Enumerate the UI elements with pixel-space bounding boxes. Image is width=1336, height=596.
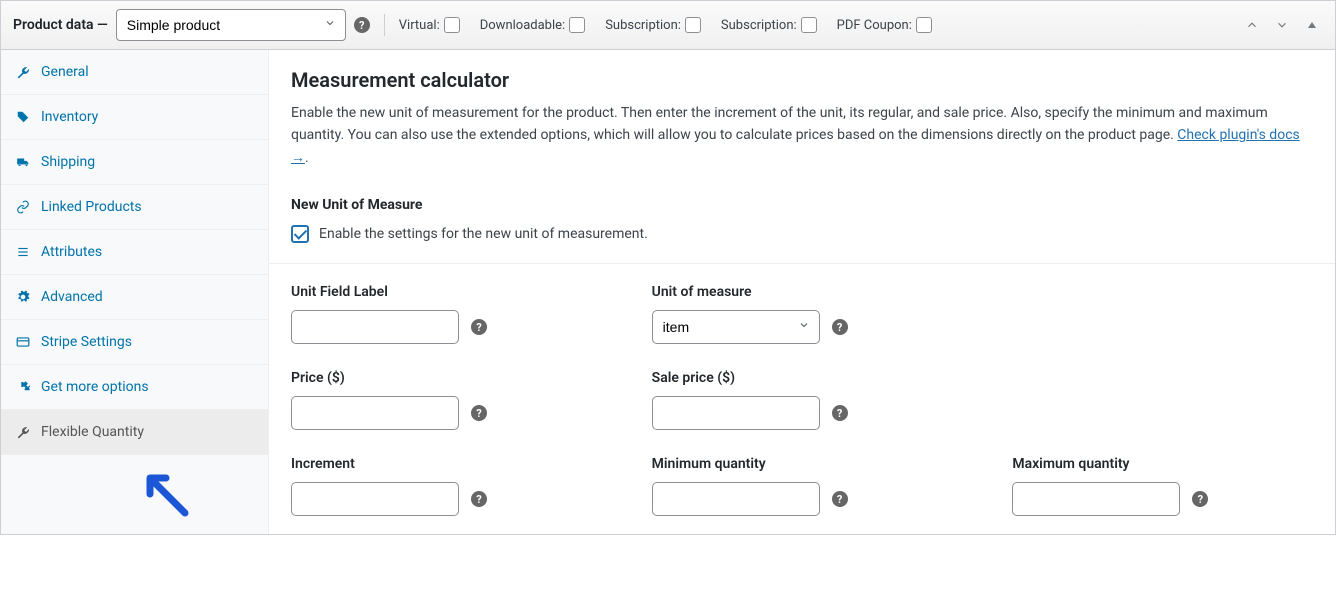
plug-icon bbox=[15, 380, 31, 394]
new-unit-section: New Unit of Measure Enable the settings … bbox=[291, 197, 1313, 243]
sidebar-item-label: Flexible Quantity bbox=[41, 424, 144, 440]
unit-field-label-label: Unit Field Label bbox=[291, 284, 592, 300]
grid-spacer bbox=[1012, 370, 1313, 430]
link-icon bbox=[15, 200, 31, 214]
subscription-label-2: Subscription: bbox=[721, 18, 797, 33]
sidebar-item-label: Get more options bbox=[41, 379, 149, 395]
sidebar-item-label: Shipping bbox=[41, 154, 95, 170]
wrench-icon bbox=[15, 65, 31, 79]
help-icon[interactable]: ? bbox=[1192, 491, 1208, 507]
sidebar-item-attributes[interactable]: Attributes bbox=[1, 230, 268, 275]
product-type-select[interactable]: Simple product bbox=[116, 9, 346, 41]
pdf-coupon-checkbox[interactable] bbox=[916, 17, 932, 33]
subscription-label-1: Subscription: bbox=[605, 18, 681, 33]
product-data-panel: Product data — Simple product ? Virtual:… bbox=[0, 0, 1336, 535]
field-sale-price: Sale price ($) ? bbox=[652, 370, 953, 430]
panel-body: General Inventory Shipping Linked Produc… bbox=[1, 50, 1335, 534]
increment-input[interactable] bbox=[291, 482, 459, 516]
sidebar-item-label: Attributes bbox=[41, 244, 102, 260]
form-grid: Unit Field Label ? Unit of measure item bbox=[291, 284, 1313, 516]
unit-field-label-input[interactable] bbox=[291, 310, 459, 344]
sidebar-item-label: Inventory bbox=[41, 109, 98, 125]
max-quantity-label: Maximum quantity bbox=[1012, 456, 1313, 472]
sidebar-item-advanced[interactable]: Advanced bbox=[1, 275, 268, 320]
sidebar-item-general[interactable]: General bbox=[1, 50, 268, 95]
pdf-coupon-option: PDF Coupon: bbox=[837, 17, 932, 33]
help-icon[interactable]: ? bbox=[832, 405, 848, 421]
unit-of-measure-label: Unit of measure bbox=[652, 284, 953, 300]
tag-icon bbox=[15, 110, 31, 124]
panel-title: Product data — bbox=[13, 17, 108, 33]
sale-price-input[interactable] bbox=[652, 396, 820, 430]
field-unit-label: Unit Field Label ? bbox=[291, 284, 592, 344]
increment-label: Increment bbox=[291, 456, 592, 472]
max-quantity-input[interactable] bbox=[1012, 482, 1180, 516]
sidebar-item-label: General bbox=[41, 64, 89, 80]
sidebar: General Inventory Shipping Linked Produc… bbox=[1, 50, 269, 534]
enable-unit-label: Enable the settings for the new unit of … bbox=[319, 226, 648, 242]
gear-icon bbox=[15, 290, 31, 304]
section-divider bbox=[269, 263, 1335, 264]
sidebar-item-linked[interactable]: Linked Products bbox=[1, 185, 268, 230]
new-unit-heading: New Unit of Measure bbox=[291, 197, 1313, 213]
downloadable-checkbox[interactable] bbox=[569, 17, 585, 33]
help-icon[interactable]: ? bbox=[471, 319, 487, 335]
help-icon[interactable]: ? bbox=[832, 491, 848, 507]
content-description: Enable the new unit of measurement for t… bbox=[291, 102, 1313, 169]
sidebar-item-stripe[interactable]: Stripe Settings bbox=[1, 320, 268, 365]
help-icon[interactable]: ? bbox=[354, 17, 370, 33]
pdf-coupon-label: PDF Coupon: bbox=[837, 18, 912, 33]
subscription-option-1: Subscription: bbox=[605, 17, 701, 33]
move-up-icon[interactable] bbox=[1241, 14, 1263, 36]
field-increment: Increment ? bbox=[291, 456, 592, 516]
virtual-label: Virtual: bbox=[399, 18, 440, 33]
downloadable-label: Downloadable: bbox=[480, 18, 565, 33]
sidebar-item-shipping[interactable]: Shipping bbox=[1, 140, 268, 185]
unit-of-measure-select[interactable]: item bbox=[652, 310, 820, 344]
price-input[interactable] bbox=[291, 396, 459, 430]
price-label: Price ($) bbox=[291, 370, 592, 386]
sale-price-label: Sale price ($) bbox=[652, 370, 953, 386]
panel-header: Product data — Simple product ? Virtual:… bbox=[1, 1, 1335, 50]
divider bbox=[384, 14, 385, 36]
truck-icon bbox=[15, 155, 31, 169]
enable-unit-row: Enable the settings for the new unit of … bbox=[291, 225, 1313, 243]
help-icon[interactable]: ? bbox=[832, 319, 848, 335]
min-quantity-input[interactable] bbox=[652, 482, 820, 516]
virtual-option: Virtual: bbox=[399, 17, 460, 33]
move-down-icon[interactable] bbox=[1271, 14, 1293, 36]
subscription-checkbox-1[interactable] bbox=[685, 17, 701, 33]
list-icon bbox=[15, 245, 31, 259]
content-area: Measurement calculator Enable the new un… bbox=[269, 50, 1335, 534]
desc-text: Enable the new unit of measurement for t… bbox=[291, 105, 1268, 143]
sidebar-item-more-options[interactable]: Get more options bbox=[1, 365, 268, 410]
min-quantity-label: Minimum quantity bbox=[652, 456, 953, 472]
help-icon[interactable]: ? bbox=[471, 405, 487, 421]
subscription-option-2: Subscription: bbox=[721, 17, 817, 33]
downloadable-option: Downloadable: bbox=[480, 17, 585, 33]
wrench-icon bbox=[15, 425, 31, 439]
help-icon[interactable]: ? bbox=[471, 491, 487, 507]
subscription-checkbox-2[interactable] bbox=[801, 17, 817, 33]
collapse-icon[interactable] bbox=[1301, 14, 1323, 36]
content-heading: Measurement calculator bbox=[291, 68, 1313, 92]
sidebar-item-label: Advanced bbox=[41, 289, 103, 305]
field-unit-of-measure: Unit of measure item ? bbox=[652, 284, 953, 344]
field-price: Price ($) ? bbox=[291, 370, 592, 430]
card-icon bbox=[15, 335, 31, 349]
enable-unit-checkbox[interactable] bbox=[291, 225, 309, 243]
virtual-checkbox[interactable] bbox=[444, 17, 460, 33]
sidebar-item-inventory[interactable]: Inventory bbox=[1, 95, 268, 140]
sidebar-item-label: Stripe Settings bbox=[41, 334, 132, 350]
sidebar-item-label: Linked Products bbox=[41, 199, 142, 215]
grid-spacer bbox=[1012, 284, 1313, 344]
field-max-quantity: Maximum quantity ? bbox=[1012, 456, 1313, 516]
field-min-quantity: Minimum quantity ? bbox=[652, 456, 953, 516]
sidebar-item-flexible-quantity[interactable]: Flexible Quantity bbox=[1, 410, 268, 455]
